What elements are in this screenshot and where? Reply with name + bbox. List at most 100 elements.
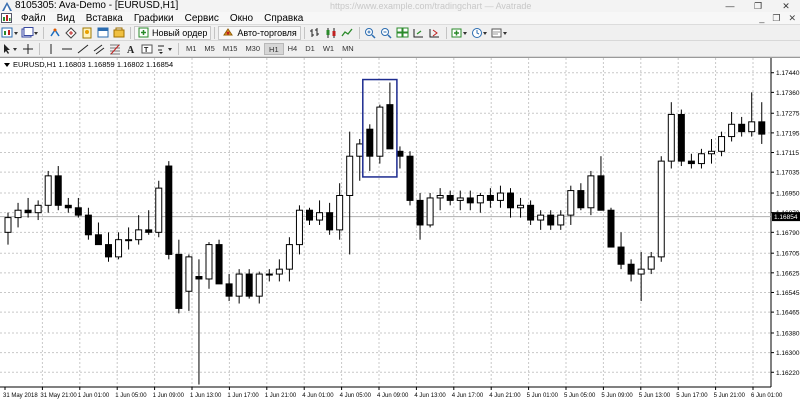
profiles-icon[interactable] bbox=[21, 26, 39, 40]
bearish-candle bbox=[24, 209, 32, 214]
menu-file[interactable]: Файл bbox=[16, 12, 52, 25]
close-button[interactable]: ✕ bbox=[772, 0, 800, 12]
zoom-in-icon[interactable] bbox=[364, 26, 378, 40]
timeframe-mn[interactable]: MN bbox=[338, 43, 358, 55]
time-tick-label: 1 Jun 09:00 bbox=[153, 393, 185, 399]
indicators-icon[interactable] bbox=[451, 26, 469, 40]
bearish-candle bbox=[597, 175, 605, 211]
timeframe-m15[interactable]: M15 bbox=[219, 43, 242, 55]
menu-tools[interactable]: Сервис bbox=[180, 12, 225, 25]
timeframe-m1[interactable]: M1 bbox=[182, 43, 200, 55]
bullish-candle bbox=[34, 204, 42, 214]
chart-window[interactable]: 1.17440 1.17360 1.17275 1.17195 1.17115 1.170… bbox=[0, 57, 800, 400]
bullish-candle bbox=[567, 190, 575, 216]
bearish-candle bbox=[175, 253, 183, 309]
vertical-line-icon[interactable] bbox=[44, 42, 58, 56]
fibonacci-icon[interactable] bbox=[108, 42, 122, 56]
time-tick-label: 5 Jun 13:00 bbox=[639, 393, 671, 399]
timeframe-w1[interactable]: W1 bbox=[319, 43, 338, 55]
time-tick-label: 4 Jun 01:00 bbox=[302, 393, 334, 399]
terminal-icon[interactable] bbox=[96, 26, 110, 40]
bearish-candle bbox=[215, 244, 223, 285]
menu-help[interactable]: Справка bbox=[259, 12, 309, 25]
bullish-candle bbox=[436, 194, 444, 199]
price-tick-label: 1.16705 bbox=[776, 251, 800, 258]
bullish-candle bbox=[265, 273, 273, 276]
bearish-candle bbox=[527, 204, 535, 221]
time-tick-label: 1 Jun 01:00 bbox=[78, 393, 110, 399]
menu-charts[interactable]: Графики bbox=[129, 12, 180, 25]
timeframe-m30[interactable]: M30 bbox=[241, 43, 264, 55]
bearish-candle bbox=[687, 160, 695, 165]
candlestick-chart-icon[interactable] bbox=[325, 26, 339, 40]
navigator-icon[interactable] bbox=[80, 26, 94, 40]
auto-trading-button[interactable]: Авто-торговля bbox=[218, 25, 301, 40]
menu-view[interactable]: Вид bbox=[52, 12, 81, 25]
menu-insert[interactable]: Вставка bbox=[81, 12, 129, 25]
market-watch-icon[interactable] bbox=[48, 26, 62, 40]
toolbar-separator bbox=[178, 42, 179, 55]
price-tick-label: 1.16625 bbox=[776, 270, 800, 277]
auto-trading-icon bbox=[223, 28, 234, 36]
time-tick-label: 1 Jun 17:00 bbox=[227, 393, 259, 399]
bullish-candle bbox=[657, 160, 665, 258]
toolbar-separator bbox=[358, 26, 360, 39]
bullish-candle bbox=[44, 175, 52, 206]
tile-windows-icon[interactable] bbox=[396, 26, 410, 40]
timeframe-d1[interactable]: D1 bbox=[301, 43, 319, 55]
strategy-tester-icon[interactable] bbox=[112, 26, 126, 40]
line-studies-toolbar: A T M1 M5 M15 M30 H1 H4 D1 W1 MN bbox=[0, 41, 800, 57]
bullish-candle bbox=[185, 256, 193, 292]
templates-icon[interactable] bbox=[491, 26, 509, 40]
line-chart-icon[interactable] bbox=[341, 26, 355, 40]
price-tick-label: 1.16380 bbox=[776, 330, 800, 337]
new-order-button[interactable]: Новый ордер bbox=[134, 25, 212, 40]
timeframe-h4[interactable]: H4 bbox=[284, 43, 302, 55]
bullish-candle bbox=[235, 273, 243, 297]
bullish-candle bbox=[476, 194, 484, 204]
bearish-candle bbox=[627, 263, 635, 275]
price-tick-label: 1.16300 bbox=[776, 350, 800, 357]
arrows-icon[interactable] bbox=[156, 42, 174, 56]
dropdown-triangle-icon[interactable] bbox=[4, 62, 10, 67]
cursor-icon[interactable] bbox=[1, 42, 19, 56]
periods-icon[interactable] bbox=[471, 26, 489, 40]
text-tool-icon[interactable]: A bbox=[124, 42, 138, 56]
toolbar-separator bbox=[303, 26, 305, 39]
candlestick-chart[interactable]: 1.17440 1.17360 1.17275 1.17195 1.17115 1.170… bbox=[0, 58, 800, 400]
time-tick-label: 4 Jun 05:00 bbox=[340, 393, 372, 399]
minimize-button[interactable]: — bbox=[716, 0, 744, 12]
timeframe-h1[interactable]: H1 bbox=[264, 42, 284, 55]
menu-window[interactable]: Окно bbox=[225, 12, 259, 25]
trendline-icon[interactable] bbox=[76, 42, 90, 56]
chart-symbol-info: EURUSD,H1 1.16803 1.16859 1.16802 1.1685… bbox=[4, 60, 174, 69]
time-tick-label: 5 Jun 01:00 bbox=[527, 393, 559, 399]
auto-scroll-icon[interactable] bbox=[412, 26, 426, 40]
child-close-button[interactable]: ✕ bbox=[788, 12, 796, 25]
price-tick-label: 1.16790 bbox=[776, 230, 800, 237]
bearish-candle bbox=[366, 128, 374, 157]
data-window-icon[interactable] bbox=[64, 26, 78, 40]
crosshair-icon[interactable] bbox=[21, 42, 35, 56]
chart-window-icon[interactable] bbox=[1, 13, 12, 23]
price-tick-label: 1.17035 bbox=[776, 170, 800, 177]
timeframe-m5[interactable]: M5 bbox=[200, 43, 218, 55]
bearish-candle bbox=[677, 113, 685, 162]
bearish-candle bbox=[386, 104, 394, 150]
text-label-icon[interactable]: T bbox=[140, 42, 154, 56]
price-tick-label: 1.16465 bbox=[776, 310, 800, 317]
zoom-out-icon[interactable] bbox=[380, 26, 394, 40]
time-tick-label: 31 May 21:00 bbox=[40, 393, 77, 399]
bullish-candle bbox=[205, 244, 213, 280]
horizontal-line-icon[interactable] bbox=[60, 42, 74, 56]
child-restore-button[interactable]: ❐ bbox=[772, 12, 780, 25]
equidistant-channel-icon[interactable] bbox=[92, 42, 106, 56]
window-ghost-title: https://www.example.com/tradingchart — A… bbox=[330, 1, 532, 11]
child-minimize-button[interactable]: _ bbox=[759, 12, 764, 25]
new-chart-icon[interactable] bbox=[1, 26, 19, 40]
chart-shift-icon[interactable] bbox=[428, 26, 442, 40]
bar-chart-icon[interactable] bbox=[309, 26, 323, 40]
bearish-candle bbox=[94, 234, 102, 246]
bullish-candle bbox=[4, 217, 12, 233]
maximize-button[interactable]: ❐ bbox=[744, 0, 772, 12]
